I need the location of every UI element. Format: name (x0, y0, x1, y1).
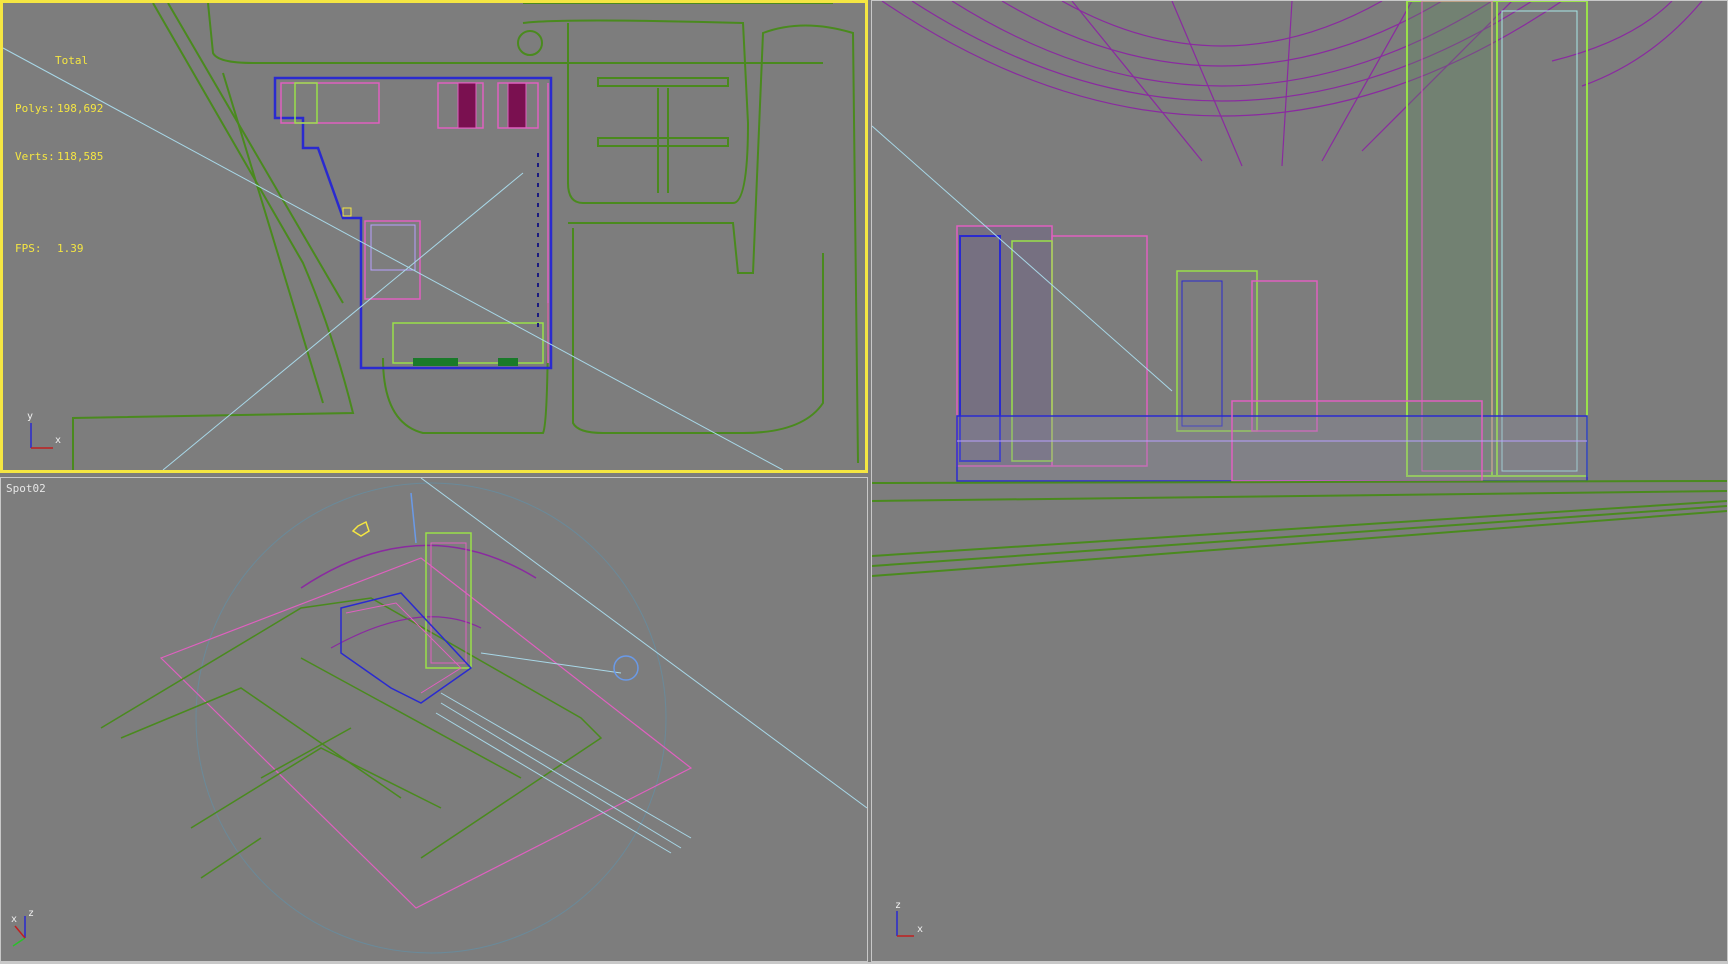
building-middle (1176, 270, 1318, 432)
viewport-spot02[interactable]: Spot02 z x (0, 477, 868, 962)
building-footprint (273, 76, 553, 370)
axis-z-label-persp: z (895, 900, 901, 911)
axis-z-label: z (28, 908, 34, 919)
polys-value: 198,692 (57, 102, 104, 115)
viewport-top[interactable]: y x Total Polys: 198,692 Verts: 118,585 FP… (0, 0, 868, 473)
axis-y-label: y (27, 411, 33, 422)
verts-value: 118,585 (57, 150, 104, 163)
sky-dome-arc (300, 544, 537, 589)
axis-gizmo (30, 423, 53, 449)
verts-label: Verts: (15, 150, 55, 163)
axis-x-label: x (55, 435, 61, 446)
axis-x-label-persp: x (917, 924, 923, 935)
ground-lines (872, 480, 1727, 577)
statistics-overlay: Total Polys: 198,692 Verts: 118,585 FPS: 1.… (15, 21, 103, 289)
axis-gizmo-persp (896, 911, 914, 937)
polys-label: Polys: (15, 102, 55, 115)
building-tower (1406, 1, 1588, 477)
light-rays (3, 47, 784, 470)
perspective-canvas[interactable]: z x (872, 1, 1727, 961)
axis-x-label-spot: x (11, 914, 17, 925)
road-network (72, 3, 859, 470)
viewport-perspective[interactable]: z x (871, 0, 1728, 962)
target-gizmo[interactable] (351, 520, 370, 537)
spot-view-canvas[interactable]: z x (1, 478, 867, 961)
stats-header: Total (55, 54, 89, 67)
top-view-canvas[interactable]: y x (3, 3, 865, 470)
fps-value: 1.39 (57, 242, 84, 255)
sky-dome (881, 1, 1703, 167)
fps-label: FPS: (15, 242, 42, 255)
